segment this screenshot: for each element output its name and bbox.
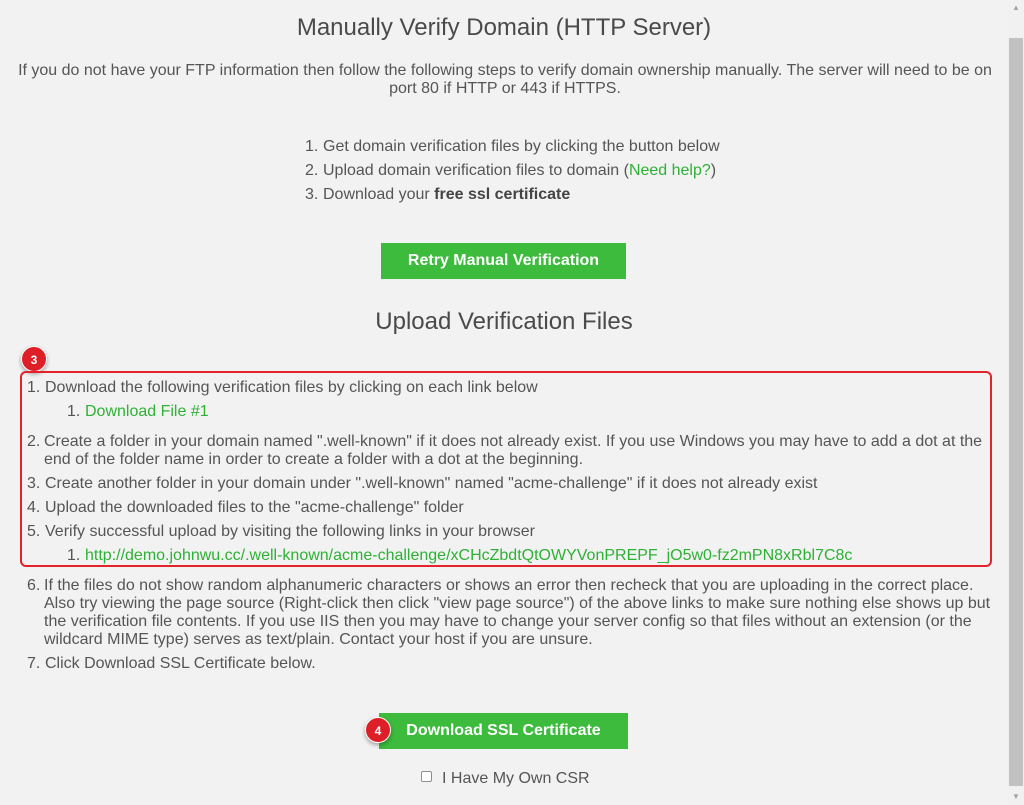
- instruction-number: 7.: [27, 655, 41, 672]
- retry-manual-verification-button[interactable]: Retry Manual Verification: [381, 243, 626, 279]
- sub-number: 1.: [67, 547, 81, 564]
- step-number: 2.: [305, 162, 319, 179]
- download-file-link[interactable]: Download File #1: [85, 403, 209, 420]
- instruction-text: If the files do not show random alphanum…: [44, 577, 991, 648]
- step-item: 3. Download your free ssl certificate: [305, 183, 720, 207]
- scroll-up-arrow-icon[interactable]: ▲: [1008, 0, 1024, 16]
- need-help-link[interactable]: Need help?: [629, 162, 711, 179]
- step-number: 1.: [305, 138, 319, 155]
- download-ssl-certificate-button[interactable]: Download SSL Certificate: [379, 713, 628, 749]
- instruction-item: 2.: [27, 433, 45, 451]
- instruction-item: 7. Click Download SSL Certificate below.: [27, 655, 316, 673]
- scroll-down-arrow-icon[interactable]: ▼: [1008, 789, 1024, 805]
- instruction-item: 6.: [27, 577, 45, 595]
- instruction-text: Upload the downloaded files to the "acme…: [45, 499, 464, 516]
- steps-list: 1. Get domain verification files by click…: [305, 135, 720, 207]
- instruction-number: 4.: [27, 499, 41, 516]
- step-item: 2. Upload domain verification files to do…: [305, 159, 720, 183]
- instruction-text: Click Download SSL Certificate below.: [45, 655, 316, 672]
- instruction-number: 5.: [27, 523, 41, 540]
- own-csr-checkbox[interactable]: [421, 771, 432, 782]
- step-text: ): [710, 162, 717, 179]
- instruction-text: Create another folder in your domain und…: [45, 475, 818, 492]
- page-title: Manually Verify Domain (HTTP Server): [296, 14, 712, 41]
- step-badge-4: 4: [365, 717, 391, 743]
- step-badge-3: 3: [21, 346, 47, 372]
- instruction-item: 4. Upload the downloaded files to the "ac…: [27, 499, 464, 517]
- instruction-number: 1.: [27, 379, 41, 396]
- free-ssl-text: free ssl certificate: [434, 186, 571, 203]
- instruction-item: 3. Create another folder in your domain u…: [27, 475, 817, 493]
- upload-section-title: Upload Verification Files: [375, 308, 633, 335]
- scrollbar-thumb[interactable]: [1009, 38, 1023, 786]
- instruction-sub-item: 1. http://demo.johnwu.cc/.well-known/acme…: [67, 547, 852, 565]
- instruction-text: Verify successful upload by visiting the…: [45, 523, 536, 540]
- step-text: Download your: [323, 186, 435, 203]
- main-content: Manually Verify Domain (HTTP Server) If …: [0, 0, 1008, 805]
- instruction-number: 6.: [27, 577, 41, 594]
- instruction-text: Download the following verification file…: [45, 379, 538, 396]
- verification-url-link[interactable]: http://demo.johnwu.cc/.well-known/acme-c…: [85, 547, 852, 564]
- step-text: Upload domain verification files to doma…: [323, 162, 629, 179]
- step-item: 1. Get domain verification files by click…: [305, 135, 720, 159]
- instruction-number: 3.: [27, 475, 41, 492]
- instruction-sub-item: 1. Download File #1: [67, 403, 209, 421]
- own-csr-label[interactable]: I Have My Own CSR: [442, 770, 590, 788]
- intro-text: If you do not have your FTP information …: [18, 62, 992, 97]
- sub-number: 1.: [67, 403, 81, 420]
- step-number: 3.: [305, 186, 319, 203]
- step-text: Get domain verification files by clickin…: [323, 138, 720, 155]
- instruction-item: 5. Verify successful upload by visiting t…: [27, 523, 535, 541]
- instruction-text: Create a folder in your domain named ".w…: [44, 433, 983, 468]
- instruction-item: 1. Download the following verification fi…: [27, 379, 538, 397]
- instruction-number: 2.: [27, 433, 41, 450]
